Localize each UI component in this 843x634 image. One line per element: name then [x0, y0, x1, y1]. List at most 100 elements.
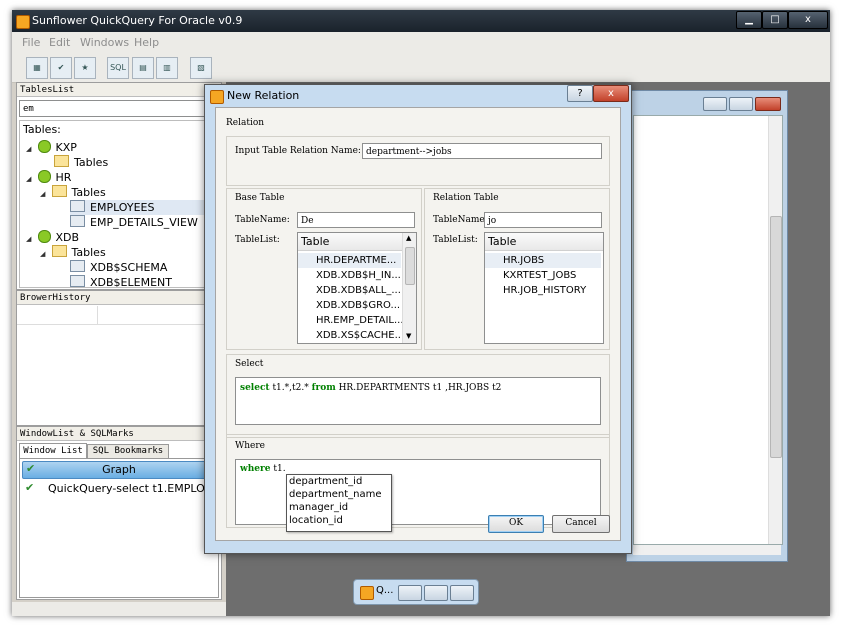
folder-icon: [51, 185, 67, 197]
scroll-thumb[interactable]: [405, 247, 415, 285]
menu-edit[interactable]: Edit: [49, 36, 70, 49]
menu-bar: File Edit Windows Help: [12, 32, 830, 52]
sql-icon[interactable]: SQL: [107, 57, 129, 79]
window-list: ✔ Graph ✔ QuickQuery-select t1.EMPLOYEE_…: [19, 458, 219, 598]
tree-node-xdb[interactable]: ◢ XDB: [26, 230, 79, 245]
scroll-down-icon[interactable]: ▼: [406, 332, 411, 340]
maximize-button[interactable]: □: [762, 11, 788, 29]
expand-arrow-icon[interactable]: ◢: [26, 232, 34, 247]
list-item[interactable]: ✔ QuickQuery-select t1.EMPLOYEE_ID: [22, 481, 214, 497]
list-item[interactable]: XDB.XDB$GRO...: [316, 300, 400, 311]
tree-label: EMP_DETAILS_VIEW: [90, 216, 198, 229]
suggestion-item[interactable]: department_name: [289, 489, 382, 500]
cancel-button[interactable]: Cancel: [552, 515, 610, 533]
child-close-button[interactable]: [755, 97, 781, 111]
expand-arrow-icon[interactable]: ◢: [40, 247, 48, 262]
export-icon[interactable]: ▧: [190, 57, 212, 79]
tree-node-xdb-tables[interactable]: ◢ Tables: [40, 245, 106, 260]
suggestion-item[interactable]: manager_id: [289, 502, 348, 513]
tree-node-hr[interactable]: ◢ HR: [26, 170, 71, 185]
new-relation-dialog: New Relation ? x Relation Input Table Re…: [204, 84, 632, 554]
list-item[interactable]: ✔ Graph: [22, 461, 216, 479]
query-window: [626, 90, 788, 562]
relation-name-label: Input Table Relation Name:: [235, 146, 361, 156]
tab-window-list[interactable]: Window List: [19, 443, 87, 458]
list-item[interactable]: HR.DEPARTME...: [298, 253, 401, 268]
menu-windows[interactable]: Windows: [80, 36, 129, 49]
tree-label: Tables: [71, 246, 106, 259]
dialog-close-button[interactable]: x: [593, 85, 629, 102]
check-icon[interactable]: ✔: [50, 57, 72, 79]
base-tablename-input[interactable]: De: [297, 212, 415, 228]
child-maximize-button[interactable]: [729, 97, 753, 111]
relation-name-input[interactable]: department-->jobs: [362, 143, 602, 159]
tree-node-xdb-schema[interactable]: XDB$SCHEMA: [70, 260, 167, 275]
child-minimize-button[interactable]: [703, 97, 727, 111]
connect-icon[interactable]: ▦: [26, 57, 48, 79]
tab-sql-bookmarks[interactable]: SQL Bookmarks: [87, 444, 169, 459]
expand-arrow-icon[interactable]: ◢: [40, 187, 48, 202]
select-sql-editor[interactable]: select t1.*,t2.* from HR.DEPARTMENTS t1 …: [235, 377, 601, 425]
tree-node-emp-details-view[interactable]: EMP_DETAILS_VIEW: [70, 215, 198, 230]
tree-label: EMPLOYEES: [90, 201, 155, 214]
ok-button[interactable]: OK: [488, 515, 544, 533]
menu-file[interactable]: File: [22, 36, 40, 49]
expand-arrow-icon[interactable]: ◢: [26, 142, 34, 157]
window-list-header: WindowList & SQLMarks: [17, 427, 221, 441]
select-group: Select select t1.*,t2.* from HR.DEPARTME…: [226, 354, 610, 438]
dialog-title: New Relation: [227, 89, 300, 102]
app-icon: [360, 586, 374, 600]
editor-scrollbar[interactable]: [768, 116, 782, 544]
relation-tablename-label: TableName:: [433, 215, 488, 225]
tree-node-xdb-element[interactable]: XDB$ELEMENT: [70, 275, 172, 287]
help-button[interactable]: ?: [567, 85, 593, 102]
list-item[interactable]: XDB.XDB$H_IN...: [316, 270, 401, 281]
relation-tablename-input[interactable]: jo: [484, 212, 602, 228]
dialog-icon: [210, 90, 224, 104]
tables-list-header: TablesList: [17, 83, 221, 97]
list-item[interactable]: HR.EMP_DETAIL...: [316, 315, 404, 326]
star-icon[interactable]: ★: [74, 57, 96, 79]
query-editor[interactable]: [633, 115, 783, 545]
minimized-window[interactable]: Q...: [353, 579, 479, 605]
list-item[interactable]: HR.JOBS: [485, 253, 601, 268]
sql-keyword: select: [240, 383, 270, 393]
suggestion-item[interactable]: location_id: [289, 515, 343, 526]
window-list-panel: WindowList & SQLMarks Window List SQL Bo…: [16, 426, 222, 600]
database-icon: [37, 140, 51, 153]
restore-button[interactable]: [398, 585, 422, 601]
list-item[interactable]: XDB.XS$CACHE...: [316, 330, 404, 341]
tree-node-employees[interactable]: EMPLOYEES: [70, 200, 216, 215]
table-filter-input[interactable]: em: [19, 100, 217, 117]
list-item[interactable]: XDB.XDB$ALL_...: [316, 285, 401, 296]
list-item[interactable]: HR.JOB_HISTORY: [503, 285, 586, 296]
expand-arrow-icon[interactable]: ◢: [26, 172, 34, 187]
base-table-list[interactable]: Table HR.DEPARTME... XDB.XDB$H_IN... XDB…: [297, 232, 417, 344]
tree-label: KXP: [55, 141, 77, 154]
list-item[interactable]: KXRTEST_JOBS: [503, 270, 576, 281]
list-scrollbar[interactable]: ▲ ▼: [402, 233, 416, 343]
editor-hscrollbar[interactable]: [633, 545, 781, 555]
tree-node-hr-tables[interactable]: ◢ Tables: [40, 185, 106, 200]
scroll-up-icon[interactable]: ▲: [406, 234, 411, 242]
list-item-label: Graph: [102, 463, 136, 476]
folder-icon: [51, 245, 67, 257]
close-button[interactable]: x: [788, 11, 828, 29]
sql-text: HR.DEPARTMENTS t1 ,HR.JOBS t2: [335, 383, 502, 393]
relation-table-list[interactable]: Table HR.JOBS KXRTEST_JOBS HR.JOB_HISTOR…: [484, 232, 604, 344]
columns-icon[interactable]: ▥: [156, 57, 178, 79]
close-button[interactable]: [450, 585, 474, 601]
browser-history-header: BrowerHistory: [17, 291, 221, 305]
menu-help[interactable]: Help: [134, 36, 159, 49]
tables-list-panel: TablesList em Tables: ◢ KXP Tables ◢ HR …: [16, 82, 222, 290]
tree-node-kxp[interactable]: ◢ KXP: [26, 140, 77, 155]
tree-node-kxp-tables[interactable]: Tables: [54, 155, 108, 170]
relation-tablelist-label: TableList:: [433, 235, 478, 245]
minimize-button[interactable]: ▁: [736, 11, 762, 29]
table-icon[interactable]: ▤: [132, 57, 154, 79]
suggestion-item[interactable]: department_id: [289, 476, 362, 487]
maximize-button[interactable]: [424, 585, 448, 601]
scroll-thumb[interactable]: [770, 216, 782, 458]
title-bar[interactable]: Sunflower QuickQuery For Oracle v0.9 ▁ □…: [12, 10, 830, 32]
table-icon: [70, 275, 85, 287]
